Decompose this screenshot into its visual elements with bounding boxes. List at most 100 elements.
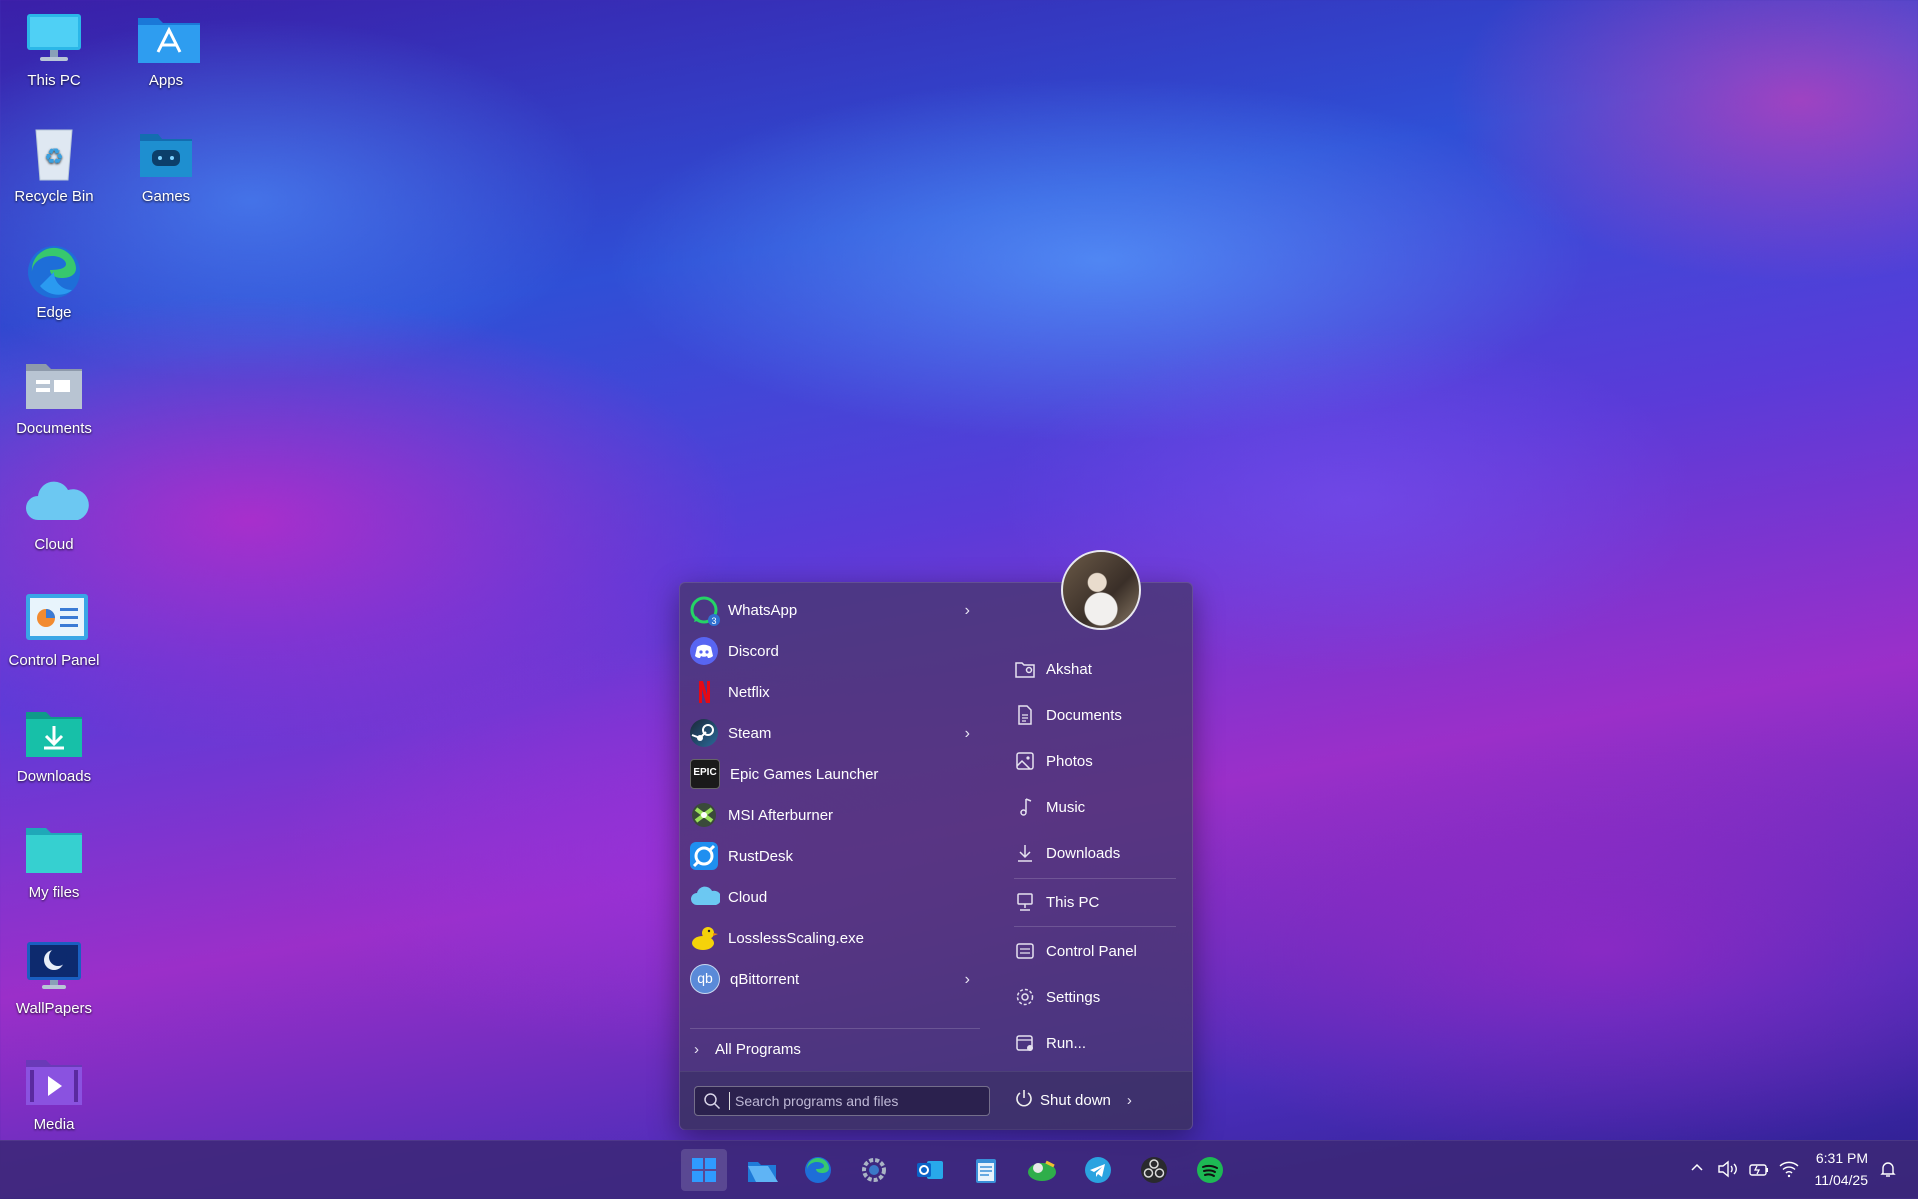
desktop-icon-label: Edge (36, 304, 72, 321)
desktop-icon-media[interactable]: Media (0, 1054, 109, 1133)
control-panel-icon (24, 590, 88, 646)
place-label: Settings (1046, 988, 1101, 1006)
chevron-up-icon[interactable] (1690, 1160, 1704, 1179)
place-label: Control Panel (1046, 942, 1137, 960)
shutdown-button[interactable]: Shut down › (1014, 1088, 1132, 1113)
netflix-icon (690, 678, 718, 706)
discord-icon (690, 637, 718, 665)
place-akshat[interactable]: Akshat (1014, 653, 1184, 685)
wallpapers-icon (24, 938, 84, 994)
desktop-icon-cloud[interactable]: Cloud (0, 474, 109, 553)
svg-text:♻: ♻ (44, 144, 64, 169)
desktop-icon-this-pc[interactable]: This PC (0, 10, 109, 89)
desktop-icon-label: Games (141, 188, 191, 205)
desktop-icon-games[interactable]: Games (111, 126, 221, 205)
notepad-icon[interactable] (963, 1149, 1009, 1191)
place-photos[interactable]: Photos (1014, 745, 1184, 777)
desktop-icon-apps[interactable]: Apps (111, 10, 221, 89)
whatsapp-icon: 3 (690, 596, 720, 626)
windows-start-icon[interactable] (681, 1149, 727, 1191)
file-explorer-icon[interactable] (739, 1149, 785, 1191)
desktop-icon-label: Downloads (16, 768, 92, 785)
desktop-icon-my-files[interactable]: My files (0, 822, 109, 901)
program-label: Epic Games Launcher (730, 765, 879, 783)
program-label: MSI Afterburner (728, 806, 834, 824)
folder-icon (24, 822, 84, 878)
music-note-icon (1014, 796, 1036, 818)
cloud-icon (24, 474, 89, 530)
edge-icon[interactable] (795, 1149, 841, 1191)
pinball-icon[interactable] (1019, 1149, 1065, 1191)
place-downloads[interactable]: Downloads (1014, 837, 1184, 869)
desktop-icon-label: Media (33, 1116, 75, 1133)
spotify-icon[interactable] (1187, 1149, 1233, 1191)
app-store-folder-icon (136, 10, 200, 66)
program-cloud[interactable]: Cloud (690, 878, 980, 916)
desktop-icon-wallpapers[interactable]: WallPapers (0, 938, 109, 1017)
desktop-icon-downloads[interactable]: Downloads (0, 706, 109, 785)
duck-icon (690, 924, 718, 952)
place-label: Akshat (1046, 660, 1092, 678)
user-folder-icon (1014, 658, 1036, 680)
desktop-icon-documents[interactable]: Documents (0, 358, 109, 437)
desktop-icon-label: Documents (16, 420, 92, 437)
telegram-icon[interactable] (1075, 1149, 1121, 1191)
steam-icon (690, 719, 718, 747)
desktop-icon-label: Cloud (34, 536, 74, 553)
computer-icon (1014, 891, 1036, 913)
program-lossless-scaling[interactable]: LosslessScaling.exe (690, 919, 980, 957)
games-folder-icon (136, 126, 196, 182)
outlook-icon[interactable] (907, 1149, 953, 1191)
place-this-pc[interactable]: This PC (1014, 886, 1184, 918)
program-whatsapp[interactable]: 3 WhatsApp › (690, 591, 980, 629)
chevron-right-icon[interactable]: › (965, 971, 970, 989)
settings-icon[interactable] (851, 1149, 897, 1191)
program-label: Steam (728, 724, 772, 742)
desktop-icon-control-panel[interactable]: Control Panel (0, 590, 109, 669)
downloads-folder-icon (24, 706, 84, 762)
desktop-icon-recycle-bin[interactable]: ♻ Recycle Bin (0, 126, 109, 205)
search-box[interactable] (694, 1086, 990, 1116)
rustdesk-icon (690, 842, 718, 870)
search-icon (703, 1092, 721, 1110)
divider (1014, 926, 1176, 927)
place-settings[interactable]: Settings (1014, 981, 1184, 1013)
chevron-right-icon[interactable]: › (965, 725, 970, 743)
chevron-right-icon[interactable]: › (965, 602, 970, 620)
desktop-icon-label: WallPapers (15, 1000, 93, 1017)
all-programs-button[interactable]: › All Programs (694, 1041, 801, 1058)
program-epic-games[interactable]: EPIC Epic Games Launcher (690, 755, 980, 793)
program-msi-afterburner[interactable]: MSI Afterburner (690, 796, 980, 834)
clock-date: 11/04/25 (1814, 1172, 1868, 1188)
place-label: Music (1046, 798, 1086, 816)
clock[interactable]: 6:31 PM 11/04/25 (1815, 1147, 1868, 1191)
program-label: RustDesk (728, 847, 794, 865)
epic-games-icon: EPIC (690, 759, 720, 789)
place-music[interactable]: Music (1014, 791, 1184, 823)
obs-icon[interactable] (1131, 1149, 1177, 1191)
divider (690, 1028, 980, 1029)
run-icon (1014, 1032, 1036, 1054)
program-rustdesk[interactable]: RustDesk (690, 837, 980, 875)
program-qbittorrent[interactable]: qb qBittorrent › (690, 960, 980, 998)
taskbar: 6:31 PM 11/04/25 (0, 1140, 1918, 1199)
battery-icon[interactable] (1748, 1160, 1770, 1183)
clock-time: 6:31 PM (1815, 1150, 1868, 1166)
desktop-icon-label: Apps (148, 72, 184, 89)
chevron-right-icon[interactable]: › (1127, 1092, 1132, 1109)
place-label: Documents (1046, 706, 1122, 724)
volume-icon[interactable] (1717, 1160, 1739, 1183)
program-list: 3 WhatsApp › Discord Netflix Steam › EPI… (680, 583, 990, 1071)
place-control-panel[interactable]: Control Panel (1014, 935, 1184, 967)
wifi-icon[interactable] (1778, 1160, 1800, 1183)
notification-bell-icon[interactable] (1879, 1160, 1897, 1183)
program-netflix[interactable]: Netflix (690, 673, 980, 711)
place-run[interactable]: Run... (1014, 1027, 1184, 1059)
program-steam[interactable]: Steam › (690, 714, 980, 752)
program-label: Discord (728, 642, 779, 660)
desktop-icon-edge[interactable]: Edge (0, 242, 109, 321)
place-documents[interactable]: Documents (1014, 699, 1184, 731)
program-discord[interactable]: Discord (690, 632, 980, 670)
search-input[interactable] (729, 1092, 977, 1110)
place-label: This PC (1046, 893, 1100, 911)
